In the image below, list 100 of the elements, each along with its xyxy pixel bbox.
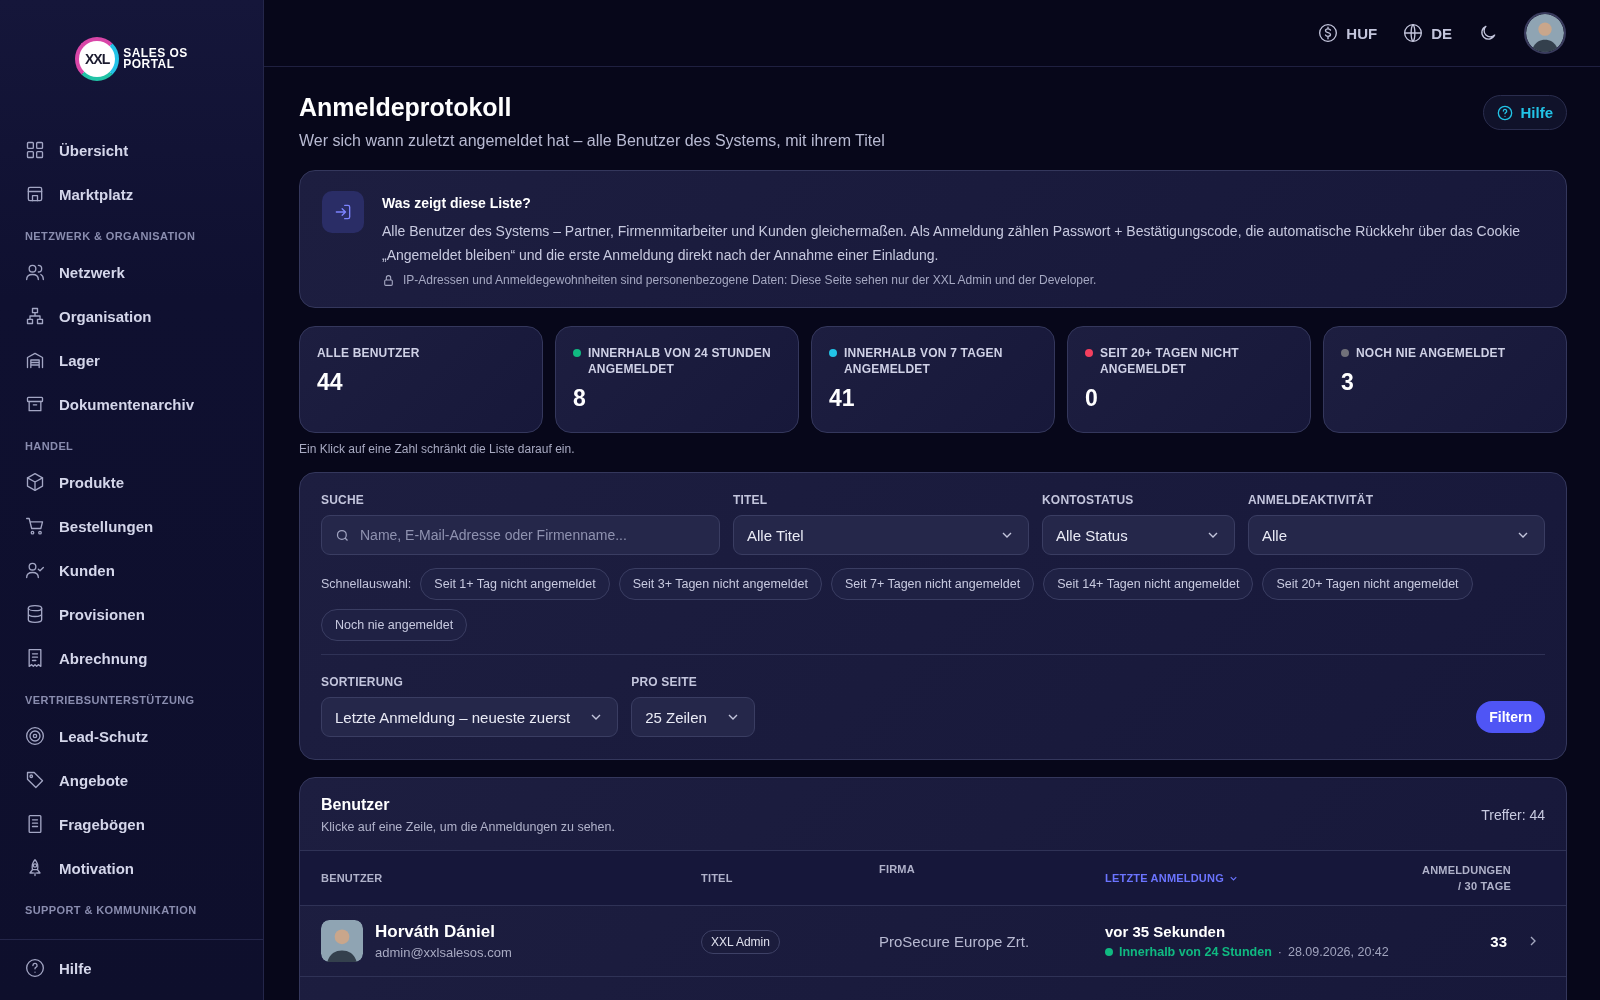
nav-section-heading: NETZWERK & ORGANISATION [24,229,197,244]
stats-hint: Ein Klick auf eine Zahl schränkt die Liste darauf ein. [299,442,576,456]
grid-icon [25,140,45,160]
language-button[interactable]: DE [1403,23,1452,43]
page-size-select[interactable]: 25 Zeilen [631,697,755,737]
logo-text: PORTAL [123,59,176,70]
quick-filter-chip[interactable]: Noch nie angemeldet [321,609,468,641]
logo-text: SALES OS [123,48,188,59]
column-header[interactable]: TITEL [701,872,879,884]
help-icon [25,958,45,978]
result-count: Treffer: 44 [1481,807,1545,823]
search-icon [335,528,350,543]
stat-label: INNERHALB VON 24 STUNDEN ANGEMELDET [588,345,772,377]
stat-label: INNERHALB VON 7 TAGEN ANGEMELDET [844,345,1004,377]
nav-section-heading: VERTRIEBSUNTERSTÜTZUNG [24,693,196,708]
logo-mark: XXL [75,37,120,81]
cart-icon [25,516,45,536]
user-email: admin@xxlsalesos.com [375,945,512,960]
nav-item[interactable]: Netzwerk [0,250,263,294]
stat-card[interactable]: INNERHALB VON 7 TAGEN ANGEMELDET 41 [811,326,1055,433]
stat-card[interactable]: NOCH NIE ANGEMELDET 3 [1323,326,1567,433]
column-header[interactable]: BENUTZER [321,872,701,884]
help-icon [1497,104,1514,121]
title-badge: XXL Admin [701,930,780,954]
users-icon [25,262,45,282]
sort-select[interactable]: Letzte Anmeldung – neueste zuerst [321,697,619,737]
moon-icon[interactable] [1478,23,1498,43]
table-subtitle: Klicke auf eine Zeile, um die Anmeldungen zu sehen. [321,820,615,834]
help-button[interactable]: Hilfe [1483,95,1567,130]
field-label: SUCHE [321,493,365,507]
stat-card[interactable]: SEIT 20+ TAGEN NICHT ANGEMELDET 0 [1067,326,1311,433]
info-text: Alle Benutzer des Systems – Partner, Firmenmitarbeiter und Kunden gleichermaßen. Als Anmeldung zählen Passwort + Bestätigungscode, die automatische Rückkehr über das Cookie „Angemeldet bleiben“ und die erste Anmeldung direkt nach der Annahme einer Einladung. [382,222,1522,265]
filter-button[interactable]: Filtern [1476,701,1545,733]
privacy-note: IP-Adressen und Anmeldegewohnheiten sind personenbezogene Daten: Diese Seite sehen nur der XXL Admin und der Developer. [403,273,1097,287]
stat-card[interactable]: INNERHALB VON 24 STUNDEN ANGEMELDET 8 [555,326,799,433]
stat-card[interactable]: ALLE BENUTZER 44 [299,326,543,433]
nav-item[interactable]: Fragebögen [0,802,263,846]
select-field[interactable]: Alle [1248,515,1545,555]
quick-filter-chip[interactable]: Seit 14+ Tagen nicht angemeldet [1043,568,1254,600]
table-row[interactable]: Horváth Dániel admin@xxlsalesos.com XXL Admin ProSecure Europe Zrt. vor 35 Sekunden Innerhalb von 24 Stunden · 28.09.2026, 20:42 33 [300,906,1566,977]
document-icon [25,814,45,834]
company-name: ProSecure Europe Zrt. [879,932,1031,950]
user-check-icon [25,560,45,580]
stat-label: SEIT 20+ TAGEN NICHT ANGEMELDET [1100,345,1240,377]
nav-item[interactable]: Motivation [0,846,263,890]
nav-item[interactable]: Organisation [0,294,263,338]
dollar-icon [1318,23,1339,43]
login-date: 28.09.2026, 20:42 [1287,945,1389,959]
nav-item[interactable]: Abrechnung [0,636,263,680]
cube-icon [25,472,45,492]
nav-item[interactable]: Lead-Schutz [0,714,263,758]
warehouse-icon [25,350,45,370]
nav-item[interactable]: Angebote [0,758,263,802]
quick-filter-chip[interactable]: Seit 7+ Tagen nicht angemeldet [830,568,1035,600]
column-header[interactable]: FIRMA [879,863,1105,875]
stat-value: 8 [573,385,587,412]
field-label: ANMELDEAKTIVITÄT [1248,493,1375,507]
page-subtitle: Wer sich wann zuletzt angemeldet hat – alle Benutzer des Systems, mit ihrem Titel [299,132,885,150]
nav-section-heading: HANDEL [24,439,75,454]
stat-value: 3 [1341,369,1355,396]
nav-item[interactable]: Bestellungen [0,504,263,548]
quick-filter-chip[interactable]: Seit 20+ Tagen nicht angemeldet [1262,568,1473,600]
currency-button[interactable]: HUF [1318,23,1378,43]
select-field[interactable]: Alle Status [1042,515,1235,555]
avatar-icon[interactable] [1524,12,1566,54]
target-icon [25,726,45,746]
nav-item[interactable]: Hilfe [0,946,263,990]
login-count: 33 [1490,932,1507,950]
user-name: Horváth Dániel [375,922,496,942]
page-title: Anmeldeprotokoll [299,93,513,122]
archive-icon [25,394,45,414]
stat-label: ALLE BENUTZER [317,345,420,361]
nav-item[interactable]: Lager [0,338,263,382]
globe-icon [1403,23,1424,43]
nav-section-heading: SUPPORT & KOMMUNIKATION [24,903,198,918]
nav-item[interactable]: Dokumentenarchiv [0,382,263,426]
nav-item[interactable]: Kunden [0,548,263,592]
avatar-icon [321,920,363,962]
stat-value: 44 [317,369,344,396]
column-header[interactable]: ANMELDUNGEN / 30 TAGE [1422,862,1511,894]
search-field[interactable]: Name, E-Mail-Adresse oder Firmenname... [321,515,720,555]
stat-value: 41 [829,385,856,412]
field-label: KONTOSTATUS [1042,493,1135,507]
nav-item[interactable]: Provisionen [0,592,263,636]
last-login: vor 35 Sekunden [1105,923,1227,940]
nav-item[interactable]: Marktplatz [0,172,263,216]
hierarchy-icon [25,306,45,326]
lock-icon [382,273,395,287]
table-title: Benutzer [321,796,391,814]
nav-item[interactable]: Übersicht [0,128,263,172]
stat-label: NOCH NIE ANGEMELDET [1356,345,1506,361]
field-label: SORTIERUNG [321,675,404,689]
info-title: Was zeigt diese Liste? [382,195,532,211]
quick-filter-chip[interactable]: Seit 1+ Tag nicht angemeldet [420,568,610,600]
nav-item[interactable]: Produkte [0,460,263,504]
select-field[interactable]: Alle Titel [733,515,1029,555]
quick-filter-chip[interactable]: Seit 3+ Tagen nicht angemeldet [618,568,822,600]
field-label: PRO SEITE [631,675,698,689]
login-status: Innerhalb von 24 Stunden [1119,945,1272,959]
quick-filter-label: Schnellauswahl: [321,577,412,591]
